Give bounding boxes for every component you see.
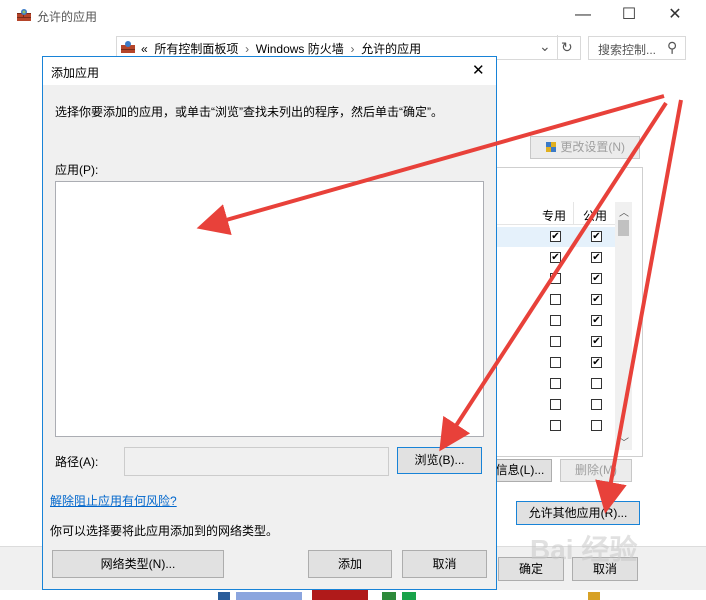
list-scrollbar[interactable]: ︿ ﹀ xyxy=(615,202,632,450)
list-header: 专用 公用 xyxy=(497,202,615,225)
refresh-icon[interactable]: ↻ xyxy=(561,39,573,56)
column-private[interactable]: 专用 xyxy=(542,207,566,224)
add-app-dialog: 添加应用 ✕ 选择你要添加的应用，或单击“浏览”查找未列出的程序，然后单击“确定… xyxy=(42,56,497,590)
private-checkbox[interactable] xyxy=(550,273,561,284)
public-checkbox[interactable] xyxy=(591,399,602,410)
add-button[interactable]: 添加 xyxy=(308,550,392,578)
public-checkbox[interactable]: ✔ xyxy=(591,294,602,305)
public-checkbox[interactable] xyxy=(591,378,602,389)
dialog-title: 添加应用 xyxy=(51,66,100,80)
column-public[interactable]: 公用 xyxy=(583,207,607,224)
network-types-label: 网络类型(N)... xyxy=(100,557,176,571)
shield-icon xyxy=(545,142,556,152)
window-titlebar: 允许的应用 — ☐ ✕ xyxy=(0,0,706,32)
taskbar-app-icon[interactable] xyxy=(218,592,230,600)
allow-other-app-label: 允许其他应用(R)... xyxy=(528,506,628,520)
taskbar-app-icon[interactable] xyxy=(588,592,600,600)
network-types-button[interactable]: 网络类型(N)... xyxy=(52,550,224,578)
private-checkbox[interactable] xyxy=(550,315,561,326)
path-label: 路径(A): xyxy=(55,455,99,469)
remove-label: 删除(M) xyxy=(575,463,617,477)
browse-button[interactable]: 浏览(B)... xyxy=(397,447,482,474)
private-checkbox[interactable] xyxy=(550,294,561,305)
private-checkbox[interactable]: ✔ xyxy=(550,252,561,263)
search-input[interactable]: 搜索控制... ⚲ xyxy=(588,36,686,60)
risk-link[interactable]: 解除阻止应用有何风险? xyxy=(50,492,177,509)
change-settings-button[interactable]: 更改设置(N) xyxy=(530,136,640,159)
crumb-control-panel[interactable]: 所有控制面板项 xyxy=(154,42,238,56)
private-checkbox[interactable] xyxy=(550,357,561,368)
crumb-firewall[interactable]: Windows 防火墙 xyxy=(256,42,344,56)
scroll-up-icon[interactable]: ︿ xyxy=(619,204,629,219)
dialog-cancel-button[interactable]: 取消 xyxy=(402,550,487,578)
close-icon[interactable]: ✕ xyxy=(472,61,485,79)
network-hint: 你可以选择要将此应用添加到的网络类型。 xyxy=(50,524,279,538)
details-label: 信息(L)... xyxy=(495,463,545,477)
crumb-allowed-apps[interactable]: 允许的应用 xyxy=(361,42,421,56)
browse-label: 浏览(B)... xyxy=(414,453,465,467)
public-checkbox[interactable]: ✔ xyxy=(591,231,602,242)
search-icon[interactable]: ⚲ xyxy=(667,39,677,56)
taskbar-app-icon[interactable] xyxy=(402,592,416,600)
public-checkbox[interactable]: ✔ xyxy=(591,252,602,263)
details-button[interactable]: 信息(L)... xyxy=(488,459,552,482)
private-checkbox[interactable]: ✔ xyxy=(550,231,561,242)
watermark: Bai 经验 xyxy=(530,528,637,568)
search-placeholder: 搜索控制... xyxy=(598,43,657,57)
taskbar-app-icon[interactable] xyxy=(236,592,302,600)
public-checkbox[interactable] xyxy=(591,420,602,431)
dialog-instruction: 选择你要添加的应用，或单击“浏览”查找未列出的程序，然后单击“确定”。 xyxy=(55,105,443,119)
crumb-overflow[interactable]: « xyxy=(141,42,148,56)
path-field[interactable] xyxy=(124,447,389,476)
apps-label: 应用(P): xyxy=(55,163,99,177)
private-checkbox[interactable] xyxy=(550,336,561,347)
public-checkbox[interactable]: ✔ xyxy=(591,357,602,368)
private-checkbox[interactable] xyxy=(550,378,561,389)
minimize-button[interactable]: — xyxy=(560,0,606,32)
apps-listbox[interactable] xyxy=(55,181,484,437)
control-panel-icon xyxy=(121,41,135,53)
maximize-button[interactable]: ☐ xyxy=(606,0,652,32)
scroll-thumb[interactable] xyxy=(618,220,629,236)
dialog-titlebar: 添加应用 ✕ xyxy=(43,57,496,85)
watermark-text: Bai 经验 xyxy=(530,534,638,565)
allow-other-app-button[interactable]: 允许其他应用(R)... xyxy=(516,501,640,525)
private-checkbox[interactable] xyxy=(550,420,561,431)
crumb-separator: › xyxy=(245,42,250,56)
firewall-icon xyxy=(17,9,31,21)
change-settings-label: 更改设置(N) xyxy=(560,140,625,154)
window-title: 允许的应用 xyxy=(37,10,98,24)
public-checkbox[interactable]: ✔ xyxy=(591,273,602,284)
taskbar-app-icon[interactable] xyxy=(312,590,368,600)
private-checkbox[interactable] xyxy=(550,399,561,410)
taskbar-strip xyxy=(0,590,706,600)
close-window-button[interactable]: ✕ xyxy=(652,0,698,32)
dialog-cancel-label: 取消 xyxy=(432,557,457,571)
scroll-down-icon[interactable]: ﹀ xyxy=(619,434,629,449)
crumb-separator: › xyxy=(350,42,355,56)
add-label: 添加 xyxy=(337,557,362,571)
public-checkbox[interactable]: ✔ xyxy=(591,336,602,347)
breadcrumb: « 所有控制面板项 › Windows 防火墙 › 允许的应用 xyxy=(141,40,421,57)
chevron-down-icon[interactable]: ⌄ xyxy=(539,38,551,55)
remove-button[interactable]: 删除(M) xyxy=(560,459,632,482)
taskbar-app-icon[interactable] xyxy=(382,592,396,600)
public-checkbox[interactable]: ✔ xyxy=(591,315,602,326)
